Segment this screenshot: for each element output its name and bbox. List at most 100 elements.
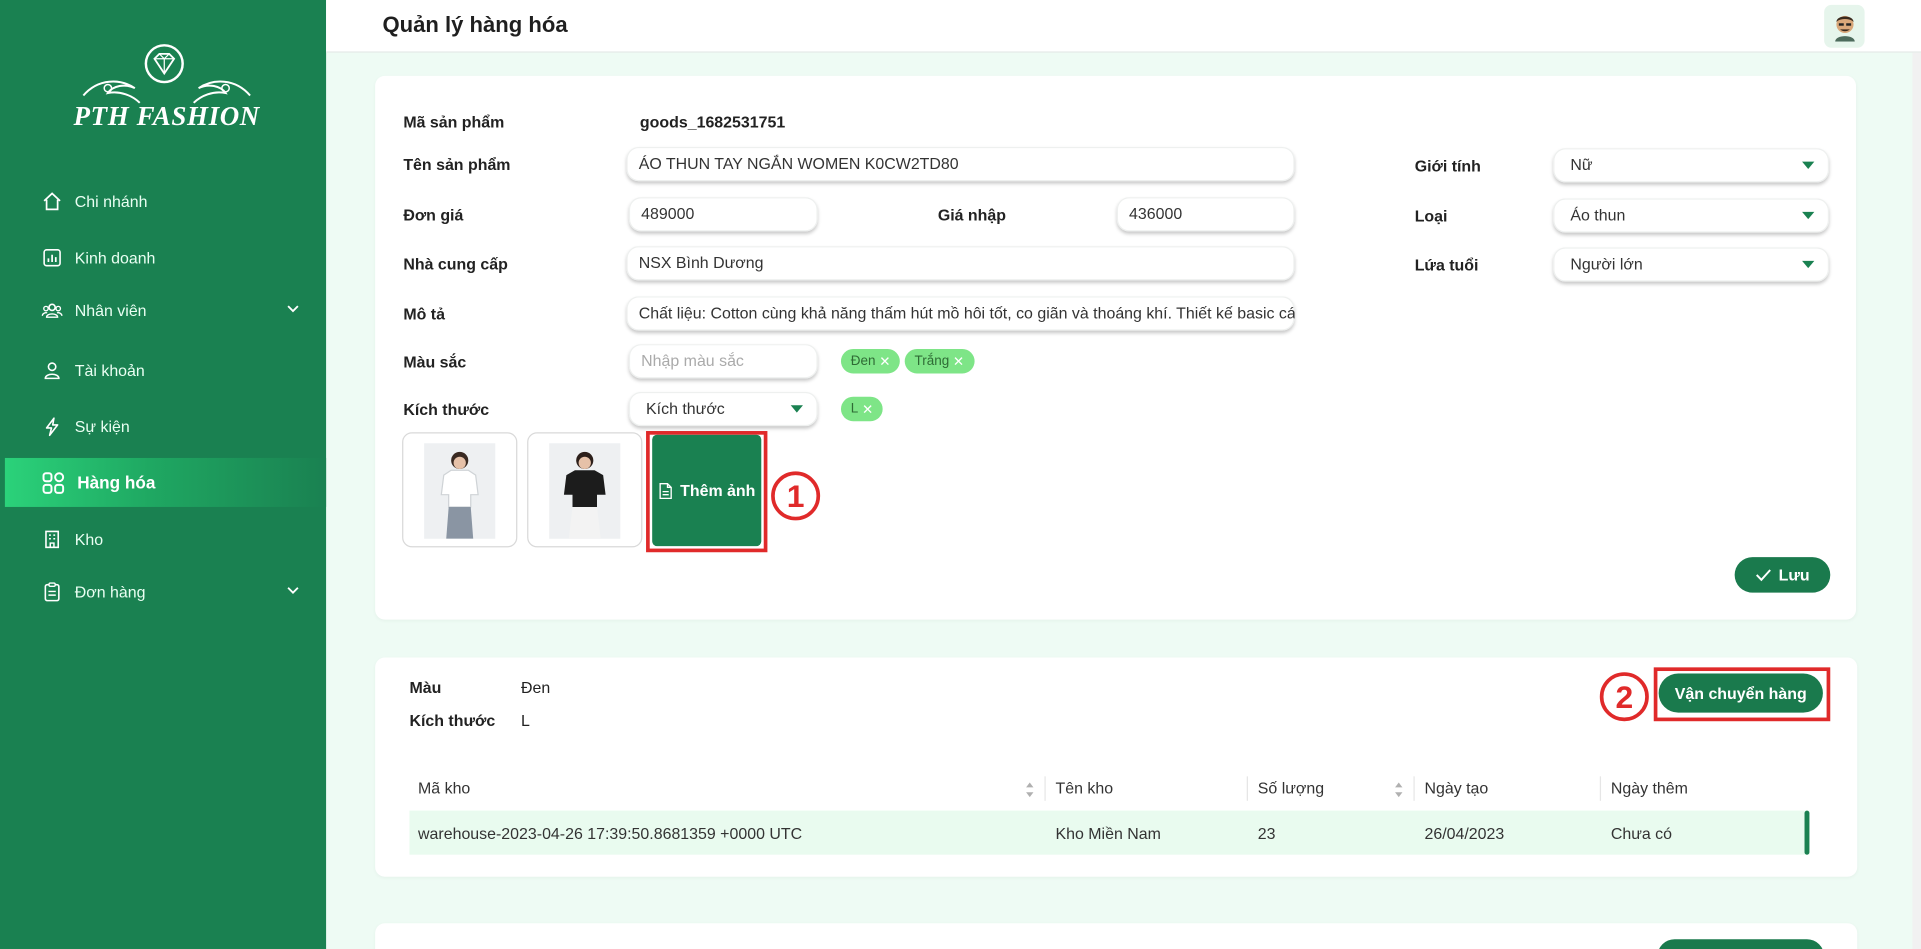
- column-header-quantity[interactable]: Số lượng: [1258, 779, 1324, 797]
- sidebar-item-label: Nhân viên: [74, 300, 147, 319]
- caret-down-icon: [1802, 260, 1815, 269]
- chevron-down-icon[interactable]: [284, 300, 301, 317]
- sidebar-item-kinh-doanh[interactable]: Kinh doanh: [0, 233, 326, 282]
- sidebar-item-label: Đơn hàng: [74, 582, 146, 601]
- type-select[interactable]: Áo thun: [1553, 198, 1830, 233]
- price-input[interactable]: 489000: [628, 197, 818, 232]
- column-header-warehouse-code[interactable]: Mã kho: [418, 779, 470, 797]
- variant-size-value: L: [521, 711, 530, 730]
- supplier-input[interactable]: NSX Bình Dương: [626, 246, 1295, 281]
- annotation-number-1: 1: [771, 471, 821, 521]
- column-header-created-date[interactable]: Ngày tạo: [1424, 779, 1488, 797]
- page-title: Quản lý hàng hóa: [382, 12, 568, 37]
- ship-goods-button-next[interactable]: [1657, 939, 1825, 949]
- product-name-input[interactable]: ÁO THUN TAY NGẮN WOMEN K0CW2TD80: [626, 146, 1295, 182]
- remove-tag-icon[interactable]: ✕: [879, 353, 890, 369]
- lightning-icon: [42, 416, 63, 437]
- sidebar: PTH FASHION Chi nhánh Kinh doanh Nhân vi…: [0, 0, 327, 949]
- user-avatar-icon: [1834, 15, 1855, 42]
- product-code-label: Mã sản phẩm: [403, 112, 505, 132]
- check-icon: [1755, 569, 1771, 582]
- sidebar-item-nhan-vien[interactable]: Nhân viên: [0, 285, 326, 334]
- color-tag-label: Trắng: [914, 353, 950, 369]
- chevron-down-icon[interactable]: [284, 582, 301, 599]
- type-select-value: Áo thun: [1570, 205, 1626, 225]
- users-icon: [41, 299, 63, 320]
- description-input[interactable]: Chất liệu: Cotton cùng khả năng thấm hút…: [626, 296, 1295, 331]
- sidebar-item-label: Hàng hóa: [77, 472, 156, 493]
- product-name-label: Tên sản phẩm: [403, 155, 511, 174]
- sidebar-item-label: Tài khoản: [74, 360, 145, 379]
- column-divider: [1599, 776, 1602, 801]
- size-label: Kích thước: [403, 400, 490, 419]
- column-divider: [1044, 776, 1046, 801]
- age-select-value: Người lớn: [1570, 254, 1643, 274]
- description-label: Mô tả: [403, 304, 445, 324]
- clipboard-icon: [42, 581, 63, 602]
- sort-icon[interactable]: [1394, 781, 1404, 798]
- table-scrollbar[interactable]: [1804, 810, 1810, 855]
- gender-select-value: Nữ: [1570, 155, 1593, 174]
- sidebar-item-su-kien[interactable]: Sự kiện: [0, 402, 326, 451]
- size-tag: L ✕: [840, 396, 884, 422]
- remove-tag-icon[interactable]: ✕: [862, 401, 873, 417]
- top-header: Quản lý hàng hóa: [326, 0, 1921, 53]
- sidebar-item-label: Kinh doanh: [74, 247, 156, 267]
- cost-price-label: Giá nhập: [937, 205, 1007, 225]
- product-code-value: goods_1682531751: [639, 112, 786, 132]
- size-tag-label: L: [850, 401, 859, 417]
- sidebar-item-label: Kho: [74, 529, 104, 548]
- table-cell-added-date: Chưa có: [1610, 824, 1673, 843]
- type-label: Loại: [1414, 206, 1448, 226]
- remove-tag-icon[interactable]: ✕: [953, 353, 964, 369]
- table-cell-quantity: 23: [1257, 824, 1276, 843]
- sidebar-item-tai-khoan[interactable]: Tài khoản: [0, 345, 326, 394]
- save-button[interactable]: Lưu: [1734, 557, 1831, 593]
- size-select[interactable]: Kích thước: [628, 391, 818, 427]
- brand-logo-text: PTH FASHION: [73, 100, 260, 132]
- column-header-warehouse-name[interactable]: Tên kho: [1056, 779, 1114, 797]
- sidebar-item-hang-hoa[interactable]: Hàng hóa: [4, 457, 327, 507]
- age-label: Lứa tuổi: [1414, 255, 1479, 275]
- color-tag: Đen ✕: [840, 348, 901, 374]
- table-cell-created-date: 26/04/2023: [1424, 824, 1505, 843]
- user-account-icon: [42, 359, 63, 380]
- variant-color-value: Đen: [521, 678, 551, 697]
- gender-label: Giới tính: [1414, 156, 1481, 176]
- sort-icon[interactable]: [1025, 781, 1035, 798]
- age-select[interactable]: Người lớn: [1553, 247, 1830, 282]
- annotation-box-2: [1653, 667, 1831, 722]
- annotation-number-2: 2: [1599, 672, 1649, 722]
- sidebar-item-label: Sự kiện: [74, 416, 130, 436]
- table-cell-warehouse-code: warehouse-2023-04-26 17:39:50.8681359 +0…: [418, 824, 803, 843]
- product-image-thumb[interactable]: [527, 432, 643, 548]
- column-header-added-date[interactable]: Ngày thêm: [1611, 779, 1688, 797]
- building-icon: [42, 528, 63, 549]
- cost-price-input[interactable]: 436000: [1116, 197, 1295, 232]
- product-image-black-tee: [549, 443, 621, 539]
- sidebar-item-label: Chi nhánh: [74, 191, 148, 211]
- product-image-thumb[interactable]: [402, 432, 518, 548]
- caret-down-icon: [1802, 161, 1815, 169]
- price-label: Đơn giá: [403, 205, 464, 225]
- caret-down-icon: [1802, 211, 1815, 220]
- column-divider: [1246, 776, 1248, 801]
- variant-size-label: Kích thước: [409, 711, 496, 730]
- caret-down-icon: [790, 405, 803, 413]
- sidebar-item-kho[interactable]: Kho: [0, 514, 326, 563]
- grid-icon: [42, 471, 65, 494]
- home-icon: [42, 190, 63, 211]
- color-tag: Trắng ✕: [904, 348, 975, 374]
- app-frame: PTH FASHION Chi nhánh Kinh doanh Nhân vi…: [0, 0, 1921, 949]
- gender-select[interactable]: Nữ: [1553, 148, 1830, 183]
- sidebar-item-don-hang[interactable]: Đơn hàng: [0, 567, 326, 616]
- product-image-white-tee: [424, 443, 496, 539]
- sidebar-item-chi-nhanh[interactable]: Chi nhánh: [0, 176, 326, 225]
- table-cell-warehouse-name: Kho Miền Nam: [1055, 824, 1161, 843]
- column-divider: [1413, 776, 1415, 801]
- avatar[interactable]: [1824, 4, 1865, 48]
- brand-logo[interactable]: PTH FASHION: [71, 42, 262, 135]
- color-label: Màu sắc: [403, 352, 467, 372]
- page-scrollbar-track[interactable]: [1912, 52, 1921, 949]
- color-input[interactable]: Nhập màu sắc: [628, 344, 818, 379]
